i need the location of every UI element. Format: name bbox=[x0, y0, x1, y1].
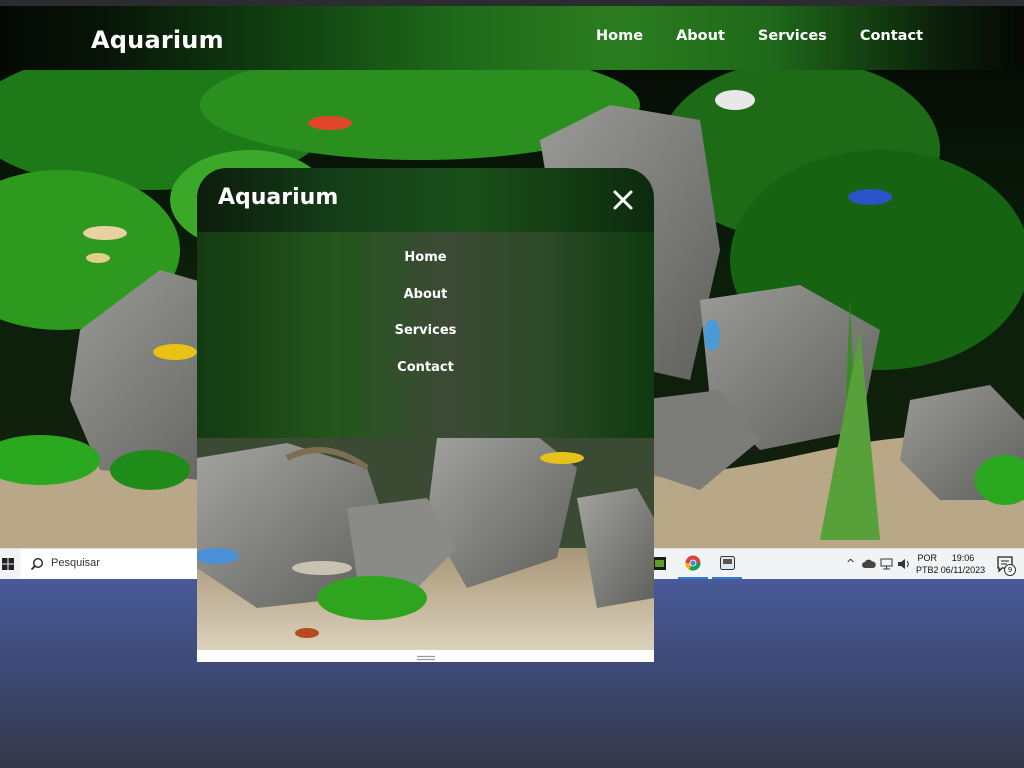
mobile-brand-logo[interactable]: Aquarium bbox=[218, 185, 338, 210]
site-brand-logo[interactable]: Aquarium bbox=[91, 26, 224, 54]
taskbar-search-box[interactable]: Pesquisar bbox=[21, 549, 198, 579]
taskbar-app-window[interactable] bbox=[712, 549, 742, 579]
chrome-icon bbox=[685, 555, 701, 571]
terminal-app-icon bbox=[653, 557, 666, 570]
volume-icon[interactable] bbox=[897, 558, 911, 570]
nav-link-home[interactable]: Home bbox=[596, 28, 643, 44]
windows-logo-icon bbox=[2, 558, 14, 570]
mobile-nav-services[interactable]: Services bbox=[197, 323, 654, 338]
resize-handle-icon[interactable] bbox=[417, 655, 435, 661]
mobile-header: Aquarium bbox=[197, 168, 654, 232]
search-icon bbox=[30, 557, 44, 571]
show-hidden-icons-chevron-icon[interactable]: ^ bbox=[846, 557, 855, 570]
input-language-indicator[interactable]: POR PTB2 bbox=[916, 552, 939, 576]
network-icon[interactable] bbox=[880, 558, 893, 570]
onedrive-cloud-icon[interactable] bbox=[862, 559, 876, 568]
mobile-nav-home[interactable]: Home bbox=[197, 250, 654, 265]
mobile-nav-about[interactable]: About bbox=[197, 287, 654, 302]
nav-link-about[interactable]: About bbox=[676, 28, 725, 44]
clock-time: 19:06 bbox=[951, 553, 975, 563]
close-icon[interactable] bbox=[611, 188, 635, 212]
nav-link-contact[interactable]: Contact bbox=[860, 28, 923, 44]
mobile-preview-window: Aquarium Home About Services Contact bbox=[197, 168, 654, 662]
notification-count-badge: 9 bbox=[1004, 564, 1016, 576]
site-navbar: Aquarium Home About Services Contact bbox=[0, 6, 1024, 70]
clock-date: 06/11/2023 bbox=[940, 565, 986, 575]
system-clock[interactable]: 19:06 06/11/2023 bbox=[940, 552, 986, 576]
site-nav-links: Home About Services Contact bbox=[596, 28, 923, 44]
start-button[interactable] bbox=[0, 549, 20, 579]
app-window-icon bbox=[720, 556, 735, 570]
language-code: POR bbox=[917, 553, 938, 563]
mobile-nav-menu: Home About Services Contact bbox=[197, 232, 654, 438]
search-placeholder: Pesquisar bbox=[51, 557, 100, 569]
mobile-nav-contact[interactable]: Contact bbox=[197, 360, 654, 375]
nav-link-services[interactable]: Services bbox=[758, 28, 827, 44]
taskbar-app-chrome[interactable] bbox=[678, 549, 708, 579]
keyboard-layout: PTB2 bbox=[916, 565, 939, 575]
